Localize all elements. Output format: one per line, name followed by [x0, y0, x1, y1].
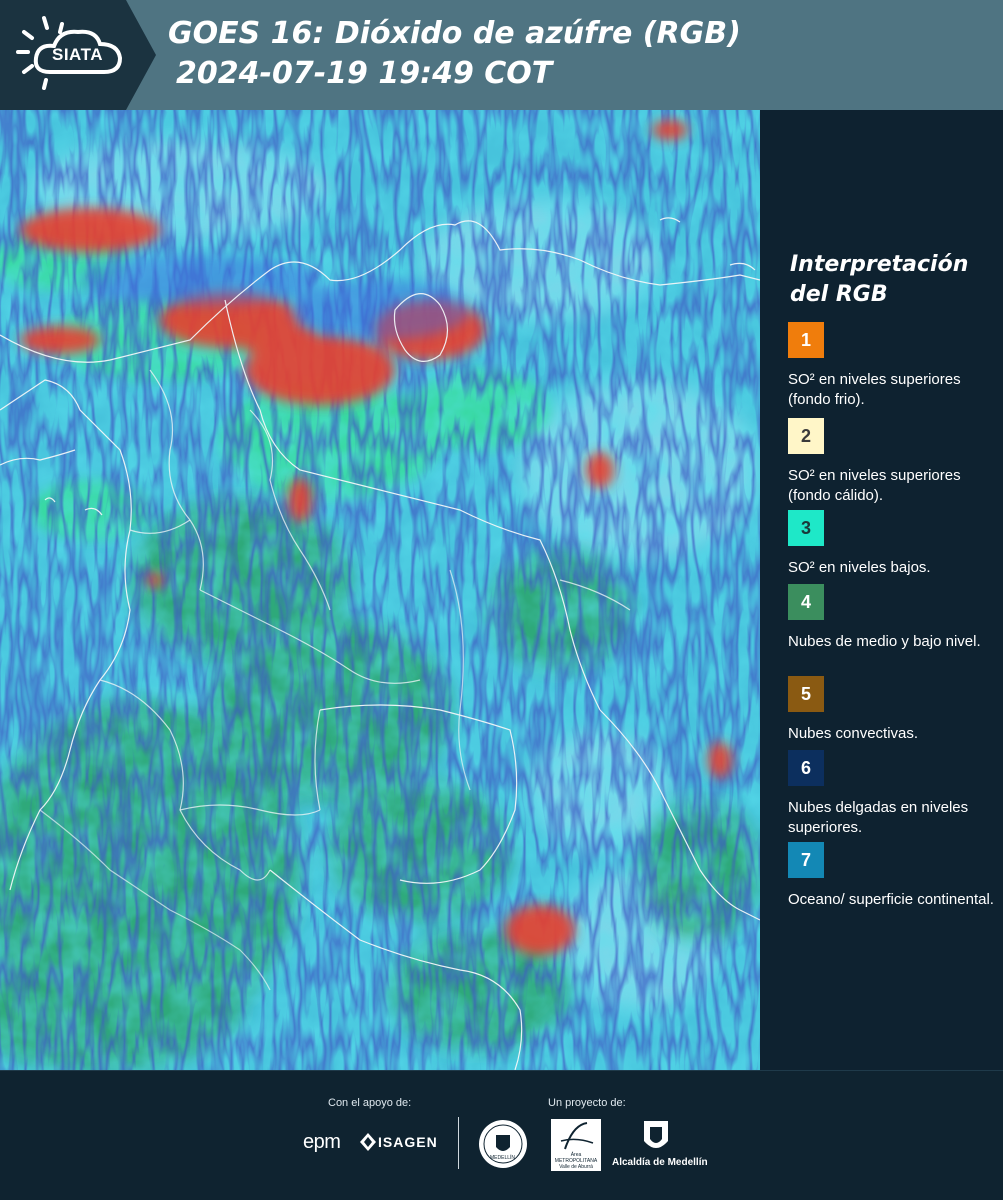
footer: Con el apoyo de: Un proyecto de: epm ISA…: [0, 1070, 1003, 1200]
legend-item-2: 2 SO² en niveles superiores (fondo cálid…: [788, 418, 998, 506]
title-product: GOES 16: Dióxido de azúfre (RGB): [168, 16, 741, 51]
logo-text: SIATA: [52, 45, 103, 64]
medellin-seal-text: MEDELLÍN: [490, 1155, 516, 1161]
footer-separator: [458, 1117, 459, 1169]
legend-item-3: 3 SO² en niveles bajos.: [788, 510, 998, 578]
legend-item-7: 7 Oceano/ superficie continental.: [788, 842, 998, 910]
area-metropolitana-logo[interactable]: Área METROPOLITANA Valle de Aburrá: [551, 1119, 601, 1171]
medellin-seal-icon: [479, 1120, 527, 1168]
legend-label-1: SO² en niveles superiores (fondo frio).: [788, 371, 961, 408]
alcaldia-shield-icon: [644, 1121, 668, 1148]
medellin-seal[interactable]: MEDELLÍN: [478, 1119, 528, 1169]
legend-panel: Interpretación del RGB 1 SO² en niveles …: [760, 110, 1003, 1070]
area-metropolitana-mark-icon: [560, 1122, 594, 1150]
epm-logo[interactable]: epm: [303, 1131, 341, 1154]
legend-item-4: 4 Nubes de medio y bajo nivel.: [788, 584, 998, 652]
siata-logo[interactable]: SIATA: [0, 0, 156, 110]
header-bar: SIATA GOES 16: Dióxido de azúfre (RGB) 2…: [0, 0, 1003, 110]
isagen-text: ISAGEN: [378, 1134, 438, 1150]
legend-swatch-3: 3: [788, 510, 824, 546]
legend-swatch-1: 1: [788, 322, 824, 358]
legend-title: Interpretación del RGB: [790, 252, 969, 307]
legend-swatch-5: 5: [788, 676, 824, 712]
legend-item-6: 6 Nubes delgadas en niveles superiores.: [788, 750, 998, 838]
legend-label-4: Nubes de medio y bajo nivel.: [788, 633, 981, 650]
project-caption: Un proyecto de:: [548, 1097, 626, 1109]
area-metropolitana-text: Área METROPOLITANA Valle de Aburrá: [554, 1152, 598, 1170]
page-title: GOES 16: Dióxido de azúfre (RGB) 2024-07…: [168, 14, 741, 94]
legend-swatch-2: 2: [788, 418, 824, 454]
legend-item-5: 5 Nubes convectivas.: [788, 676, 998, 744]
legend-label-7: Oceano/ superficie continental.: [788, 891, 994, 908]
legend-label-5: Nubes convectivas.: [788, 725, 919, 742]
alcaldia-text: Alcaldía de Medellín: [612, 1157, 708, 1168]
alcaldia-medellin-logo[interactable]: Alcaldía de Medellín: [612, 1119, 712, 1171]
legend-item-1: 1 SO² en niveles superiores (fondo frio)…: [788, 322, 998, 410]
legend-label-6: Nubes delgadas en niveles superiores.: [788, 799, 969, 836]
isagen-mark-icon: [360, 1133, 376, 1151]
satellite-map[interactable]: [0, 110, 760, 1070]
title-datetime: 2024-07-19 19:49 COT: [176, 56, 553, 91]
legend-swatch-7: 7: [788, 842, 824, 878]
legend-label-2: SO² en niveles superiores (fondo cálido)…: [788, 467, 961, 504]
legend-swatch-4: 4: [788, 584, 824, 620]
support-caption: Con el apoyo de:: [328, 1097, 412, 1109]
legend-swatch-6: 6: [788, 750, 824, 786]
legend-label-3: SO² en niveles bajos.: [788, 559, 931, 576]
